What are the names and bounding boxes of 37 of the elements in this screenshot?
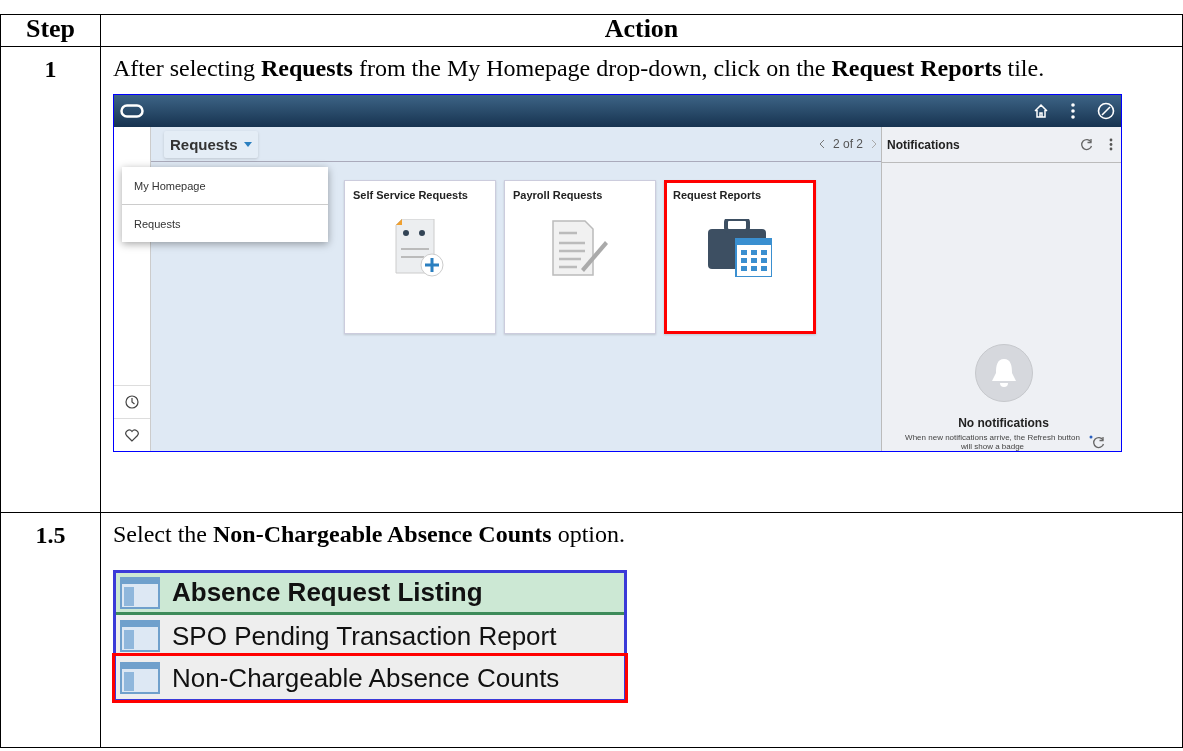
menu-item[interactable]: My Homepage — [122, 167, 328, 204]
column-header: Step — [25, 15, 76, 43]
refresh-icon[interactable] — [1080, 138, 1093, 151]
homepage-dropdown[interactable]: Requests — [164, 130, 258, 158]
heart-icon[interactable] — [125, 428, 139, 442]
page-icon — [120, 576, 160, 609]
page-icon — [120, 662, 160, 694]
menu-item[interactable]: Requests — [122, 204, 328, 242]
page-counter: 2 of 2 — [832, 137, 863, 151]
panel-title: Notifications — [887, 137, 961, 152]
tile-title: Request Reports — [673, 189, 762, 201]
instruction-text: Select the Non-Chargeable Absence Counts option. — [113, 521, 625, 548]
more-options-icon[interactable] — [1109, 138, 1113, 151]
step-number: 1.5 — [35, 521, 66, 549]
refresh-badge-icon — [1088, 435, 1105, 449]
tile-title: Self Service Requests — [353, 189, 468, 201]
step-number: 1 — [44, 55, 57, 83]
tile[interactable]: Self Service Requests — [344, 180, 496, 334]
home-icon[interactable] — [1033, 103, 1049, 119]
empty-title: No notifications — [958, 416, 1049, 430]
logo-icon — [120, 104, 144, 118]
document-edit-icon — [551, 219, 609, 277]
compass-icon[interactable] — [1097, 102, 1115, 120]
more-options-icon[interactable] — [1071, 103, 1075, 119]
caret-icon — [243, 141, 252, 147]
tile[interactable]: Request Reports — [664, 180, 816, 334]
clock-icon[interactable] — [125, 395, 139, 409]
empty-message: When new notifications arrive, the Refresh button will show a badge — [904, 433, 1081, 451]
tile-title: Payroll Requests — [513, 189, 603, 201]
previous-icon[interactable] — [818, 139, 825, 149]
document-add-icon — [394, 219, 446, 277]
column-header: Action — [604, 15, 679, 43]
list-header[interactable]: Absence Request Listing — [116, 573, 624, 615]
briefcase-calendar-icon — [708, 219, 772, 277]
instruction-text: After selecting Requests from the My Homepage drop-down, click on the Request Reports tile. — [113, 55, 1045, 82]
page-icon — [120, 620, 160, 652]
tile[interactable]: Payroll Requests — [504, 180, 656, 334]
